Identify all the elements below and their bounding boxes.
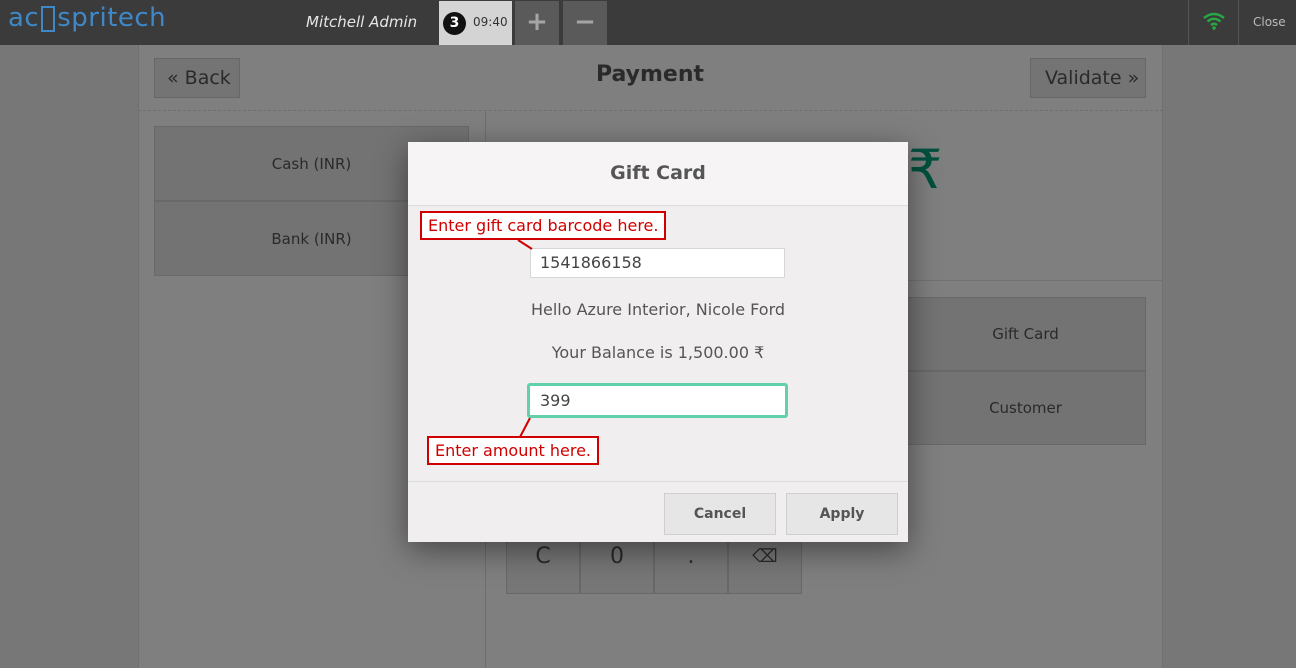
order-number-badge: 3	[443, 12, 466, 35]
amount-annotation: Enter amount here.	[427, 436, 599, 465]
order-tab[interactable]: 3 09:40	[439, 1, 512, 45]
apply-button[interactable]: Apply	[786, 493, 898, 535]
barcode-annotation: Enter gift card barcode here.	[420, 211, 667, 240]
wifi-icon[interactable]	[1202, 11, 1226, 31]
divider	[1238, 0, 1239, 45]
top-bar: ac spritech Mitchell Admin 3 09:40 + − Cl…	[0, 0, 1296, 45]
add-order-button[interactable]: +	[515, 1, 559, 45]
close-button[interactable]: Close	[1253, 15, 1286, 29]
balance-text: Your Balance is 1,500.00 ₹	[551, 343, 765, 362]
cancel-button[interactable]: Cancel	[664, 493, 776, 535]
logo-text-end: spritech	[57, 3, 167, 33]
company-logo: ac spritech	[8, 3, 166, 33]
barcode-input[interactable]: 1541866158	[530, 248, 785, 278]
dialog-title: Gift Card	[408, 142, 908, 206]
order-time: 09:40	[473, 15, 508, 29]
remove-order-button[interactable]: −	[563, 1, 607, 45]
cashier-name[interactable]: Mitchell Admin	[306, 13, 417, 31]
gift-card-dialog: Gift Card 1541866158 Hello Azure Interio…	[408, 142, 908, 542]
divider	[1188, 0, 1189, 45]
customer-greeting: Hello Azure Interior, Nicole Ford	[530, 300, 786, 319]
logo-text-start: ac	[8, 3, 40, 33]
amount-input[interactable]: 399	[527, 383, 788, 418]
logo-phone-icon	[41, 6, 56, 32]
